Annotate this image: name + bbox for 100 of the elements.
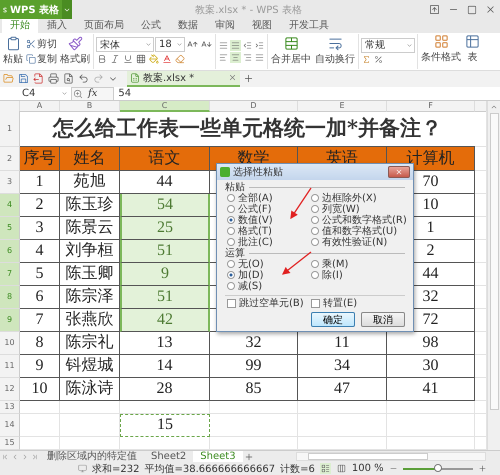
close-icon[interactable] [228,73,237,82]
ribbon-tab[interactable]: 开发工具 [281,19,337,33]
font-select[interactable]: 宋体 [96,37,154,52]
save-button[interactable] [17,72,30,86]
zoom-button[interactable] [72,88,84,100]
copy-button[interactable]: 复制 [26,52,57,66]
align-center-button[interactable] [230,52,241,63]
first-sheet-button[interactable] [0,452,10,462]
ribbon-tab[interactable]: 页面布局 [76,19,132,33]
row-header[interactable]: 2 [0,146,20,171]
cut-button[interactable]: 剪切 [26,36,57,51]
format-painter-button[interactable]: 格式刷 [59,36,91,66]
column-header[interactable]: E [298,100,387,112]
radio-button[interactable] [311,194,319,202]
row-header[interactable]: 9 [0,308,20,332]
column-header[interactable]: B [60,100,120,112]
ribbon-tab[interactable]: 视图 [244,19,280,33]
radio-button[interactable] [311,238,319,246]
print-button[interactable] [47,72,60,86]
conditional-format-button[interactable]: 条件格式 [420,34,462,69]
ribbon-tab[interactable]: 数据 [170,19,206,33]
radio-button[interactable] [311,227,319,236]
row-header[interactable]: 14 [0,414,20,437]
row-header[interactable]: 15 [0,436,20,450]
radio-button[interactable] [311,216,319,224]
formula-input[interactable]: 54 [113,87,500,100]
align-right-button[interactable] [242,52,253,63]
zoom-slider-thumb[interactable] [434,464,442,472]
table-style-button[interactable]: 表 [464,34,481,69]
dialog-button[interactable]: 确定 [311,312,355,327]
dialog-button[interactable]: 取消 [361,312,405,327]
row-header[interactable]: 12 [0,378,20,401]
percent-button[interactable] [373,54,384,65]
page-break-view-button[interactable] [336,463,347,474]
font-size-select[interactable]: 18 [155,37,185,52]
row-header[interactable]: 13 [0,400,20,414]
column-header[interactable]: C [120,100,210,112]
currency-button[interactable] [361,54,372,65]
close-button[interactable] [388,166,410,178]
radio-button[interactable] [227,216,235,224]
function-button[interactable]: fx [84,88,114,100]
number-format-select[interactable]: 常规 [361,38,415,53]
row-header[interactable]: 8 [0,286,20,309]
checkbox[interactable] [311,298,320,308]
sheet-tab[interactable]: Sheet2 [144,450,194,462]
row-header[interactable]: 5 [0,216,20,240]
wrap-text-button[interactable]: 自动换行 [314,36,356,66]
radio-button[interactable] [227,271,235,280]
row-header[interactable]: 4 [0,194,20,217]
row-header[interactable]: 6 [0,240,20,263]
radio-button[interactable] [227,205,235,214]
radio-button[interactable] [227,227,235,236]
merge-center-button[interactable]: 合并居中 [270,36,312,66]
normal-view-button[interactable] [320,463,331,474]
ribbon-tab[interactable]: 审阅 [207,19,243,33]
checkbox[interactable] [227,298,236,308]
app-menu-button[interactable]: WPS 表格 [0,0,62,19]
open-button[interactable] [2,72,15,86]
zoom-in-icon[interactable] [478,464,487,473]
print-preview-button[interactable] [62,72,75,86]
radio-button[interactable] [227,238,235,246]
indent-increase-button[interactable] [254,40,265,51]
align-left-button[interactable] [218,52,229,63]
row-header[interactable]: 1 [0,110,20,147]
radio-button[interactable] [227,260,235,268]
paste-button[interactable]: 粘贴 [2,36,24,66]
ribbon-tab[interactable]: 公式 [133,19,169,33]
radio-button[interactable] [311,260,319,268]
column-header[interactable]: F [387,100,475,112]
radio-button[interactable] [227,282,235,290]
fill-color-button[interactable] [148,53,160,66]
name-box[interactable]: C4 [0,87,72,100]
radio-button[interactable] [227,194,235,202]
row-header[interactable]: 3 [0,170,20,194]
borders-button[interactable] [135,53,147,66]
underline-button[interactable] [122,53,134,66]
sheet-tab[interactable]: Sheet3 [193,450,243,462]
ribbon-tab[interactable]: 插入 [39,19,75,33]
row-header[interactable]: 10 [0,332,20,355]
sheet-tab[interactable]: 删除区域内的特定值 [40,450,144,462]
italic-button[interactable] [109,53,121,66]
row-header[interactable]: 7 [0,262,20,286]
radio-button[interactable] [311,271,319,280]
align-middle-button[interactable] [230,40,241,51]
document-tab[interactable]: 教案.xlsx * [127,70,240,87]
ribbon-tab[interactable]: 开始 [2,19,38,33]
indent-decrease-button[interactable] [242,40,253,51]
bold-button[interactable] [96,53,108,66]
column-header[interactable]: D [210,100,298,112]
row-header[interactable]: 11 [0,354,20,378]
export-button[interactable] [32,72,45,86]
horizontal-scrollbar[interactable] [296,452,486,461]
justify-button[interactable] [254,52,265,63]
undo-button[interactable] [77,72,90,86]
align-top-button[interactable] [218,40,229,51]
vertical-scrollbar[interactable] [487,100,500,450]
font-color-button[interactable] [161,53,173,66]
last-sheet-button[interactable] [30,452,40,462]
radio-button[interactable] [311,205,319,214]
column-header[interactable]: A [20,100,60,112]
